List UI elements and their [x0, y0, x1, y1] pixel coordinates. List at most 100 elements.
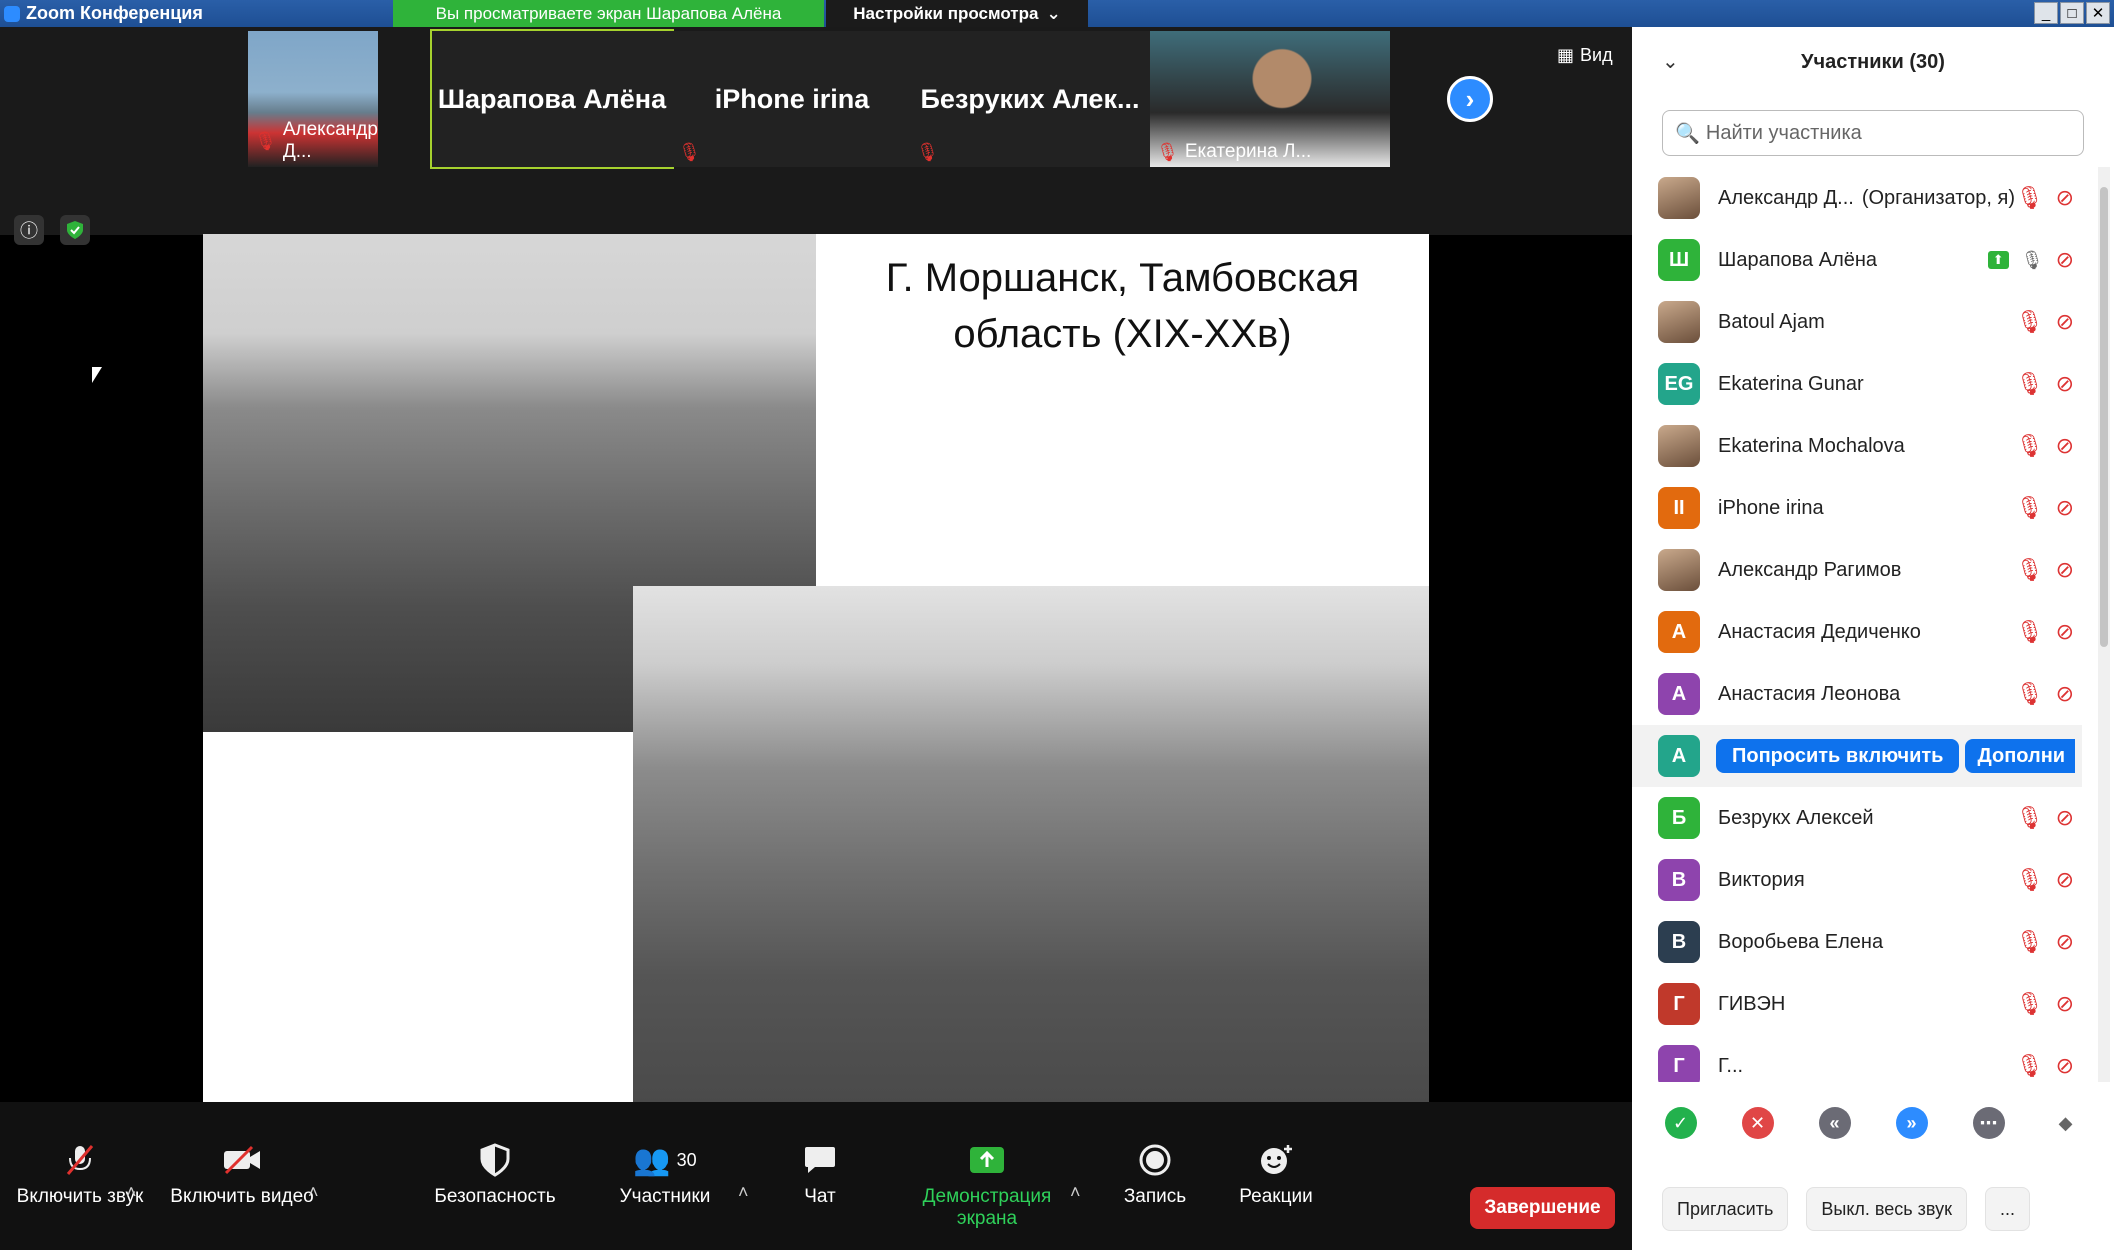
security-button[interactable]: Безопасность	[430, 1140, 560, 1208]
mouse-cursor	[92, 367, 102, 383]
close-button[interactable]: ✕	[2086, 2, 2110, 24]
next-page-button[interactable]: ›	[1447, 76, 1493, 122]
participant-row[interactable]: II iPhone irina 🎙 ⊘	[1632, 477, 2082, 539]
tile-name: Безруких Алек...	[920, 83, 1140, 114]
tile-name: iPhone irina	[714, 83, 870, 114]
muted-mic-icon: 🎙	[2015, 433, 2044, 458]
participant-row[interactable]: Г ГИВЭН 🎙 ⊘	[1632, 973, 2082, 1035]
participant-name: Ekaterina Mochalova	[1718, 434, 1905, 457]
video-off-icon	[222, 1140, 262, 1180]
video-tile[interactable]: iPhone irina 🎙	[672, 31, 912, 167]
participant-row[interactable]: В Виктория 🎙 ⊘	[1632, 849, 2082, 911]
participant-status-icons: 🎙 ⊘	[2016, 991, 2074, 1017]
participant-row[interactable]: Batoul Ajam 🎙 ⊘	[1632, 291, 2082, 353]
participants-scrollbar[interactable]	[2098, 167, 2110, 1082]
avatar	[1658, 425, 1700, 467]
panel-more-button[interactable]: ...	[1984, 1187, 2030, 1231]
sharing-banner: Вы просматриваете экран Шарапова Алёна	[393, 0, 824, 27]
video-tile[interactable]: 🎙 Екатерина Л...	[1150, 31, 1390, 167]
participant-status-icons: 🎙 ⊘	[2016, 681, 2074, 707]
video-off-icon: ⊘	[2055, 371, 2074, 396]
participants-button[interactable]: 👥 30 Участники	[610, 1140, 720, 1208]
participants-list: Александр Д... (Организатор, я) 🎙 ⊘ Ш Шарапов…	[1632, 167, 2082, 1082]
muted-mic-icon	[63, 1140, 97, 1180]
scrollbar-thumb[interactable]	[2100, 187, 2108, 647]
zoom-logo-icon	[4, 5, 20, 22]
participant-row[interactable]: Г Г... 🎙 ⊘	[1632, 1035, 2082, 1082]
avatar: Б	[1658, 797, 1700, 839]
reactions-button[interactable]: Реакции	[1234, 1140, 1318, 1208]
end-meeting-button[interactable]: Завершение	[1470, 1187, 1615, 1229]
participant-status-icons: ⬆ 🎙 ⊘	[1987, 247, 2074, 273]
no-x-icon[interactable]: ✕	[1741, 1107, 1774, 1139]
shield-check-icon[interactable]	[60, 215, 90, 245]
participant-status-icons: 🎙 ⊘	[2016, 929, 2074, 955]
muted-mic-icon: 🎙	[2015, 371, 2044, 396]
yes-check-icon[interactable]: ✓	[1664, 1107, 1697, 1139]
participant-row[interactable]: А Анастасия Леонова 🎙 ⊘	[1632, 663, 2082, 725]
share-screen-button[interactable]: Демонстрация экрана	[892, 1140, 1082, 1230]
participant-name: Александр Д...	[1718, 186, 1854, 209]
participant-role: (Организатор, я)	[1861, 186, 2016, 209]
video-tile[interactable]: Безруких Алек... 🎙	[910, 31, 1150, 167]
grid-icon: ▦	[1557, 45, 1575, 65]
minimize-button[interactable]: _	[2034, 2, 2058, 24]
view-settings-dropdown[interactable]: Настройки просмотра ⌄	[826, 0, 1088, 27]
participant-row[interactable]: Ш Шарапова Алёна ⬆ 🎙 ⊘	[1632, 229, 2082, 291]
participant-row[interactable]: Александр Рагимов 🎙 ⊘	[1632, 539, 2082, 601]
window-title: Zoom Конференция	[26, 3, 203, 23]
go-slower-icon[interactable]: «	[1818, 1107, 1851, 1139]
participant-name: Шарапова Алёна	[1718, 248, 1878, 271]
participant-row[interactable]: А Попросить включить Дополни	[1632, 725, 2082, 787]
muted-mic-icon: 🎙	[2015, 495, 2044, 520]
muted-mic-icon: 🎙	[2015, 805, 2044, 830]
zoom-window: Zoom Конференция Вы просматриваете экран…	[0, 0, 2114, 1250]
participant-row[interactable]: EG Ekaterina Gunar 🎙 ⊘	[1632, 353, 2082, 415]
video-options-caret[interactable]: ˄	[308, 1182, 319, 1203]
participants-options-caret[interactable]: ˄	[738, 1182, 749, 1203]
muted-mic-icon: 🎙	[2015, 557, 2044, 582]
participant-status-icons: 🎙 ⊘	[2016, 371, 2074, 397]
audio-options-caret[interactable]: ˄	[126, 1182, 137, 1203]
video-off-icon: ⊘	[2055, 619, 2074, 644]
avatar: А	[1658, 611, 1700, 653]
view-button[interactable]: ▦ Вид	[1557, 45, 1613, 66]
participant-row[interactable]: В Воробьева Елена 🎙 ⊘	[1632, 911, 2082, 973]
go-faster-icon[interactable]: »	[1895, 1107, 1928, 1139]
video-off-icon: ⊘	[2055, 433, 2074, 458]
participant-row[interactable]: Александр Д... (Организатор, я) 🎙 ⊘	[1632, 167, 2082, 229]
video-tile-active[interactable]: Шарапова Алёна	[430, 29, 674, 169]
participants-icon: 👥	[633, 1143, 671, 1177]
more-options-icon[interactable]: ⋯	[1972, 1107, 2005, 1139]
unmute-label: Включить звук	[16, 1186, 144, 1207]
mute-all-button[interactable]: Выкл. весь звук	[1806, 1187, 1967, 1231]
video-off-icon: ⊘	[2055, 309, 2074, 334]
ask-to-unmute-button[interactable]: Попросить включить	[1716, 739, 1960, 773]
participant-status-icons: 🎙 ⊘	[2016, 1053, 2074, 1079]
record-button[interactable]: Запись	[1118, 1140, 1192, 1208]
video-off-icon: ⊘	[2055, 991, 2074, 1016]
chat-button[interactable]: Чат	[790, 1140, 850, 1208]
more-button[interactable]: Дополни	[1965, 739, 2076, 773]
clear-eraser-icon[interactable]: ◆	[2049, 1107, 2082, 1139]
maximize-button[interactable]: □	[2060, 2, 2084, 24]
start-video-button[interactable]: Включить видео	[168, 1140, 316, 1208]
participant-name: Анастасия Леонова	[1718, 682, 1901, 705]
share-options-caret[interactable]: ˄	[1070, 1182, 1081, 1203]
shield-icon	[480, 1140, 510, 1180]
invite-button[interactable]: Пригласить	[1662, 1187, 1789, 1231]
participant-row[interactable]: Ekaterina Mochalova 🎙 ⊘	[1632, 415, 2082, 477]
avatar: II	[1658, 487, 1700, 529]
share-screen-label: Демонстрация экрана	[922, 1186, 1052, 1229]
search-participants-input[interactable]: 🔍 Найти участника	[1662, 110, 2084, 156]
muted-mic-icon: 🎙	[2015, 681, 2044, 706]
smiley-plus-icon	[1258, 1140, 1294, 1180]
muted-mic-icon: 🎙	[2015, 991, 2044, 1016]
participant-status-icons: 🎙 ⊘	[2016, 185, 2074, 211]
sharing-icon: ⬆	[1987, 251, 2009, 269]
participant-row[interactable]: А Анастасия Дедиченко 🎙 ⊘	[1632, 601, 2082, 663]
info-icon[interactable]: ⓘ	[14, 215, 44, 245]
video-tile[interactable]: 🎙 Александр Д...	[248, 31, 378, 167]
participant-row[interactable]: Б Безрукх Алексей 🎙 ⊘	[1632, 787, 2082, 849]
panel-footer: Пригласить Выкл. весь звук ...	[1632, 1187, 2114, 1231]
